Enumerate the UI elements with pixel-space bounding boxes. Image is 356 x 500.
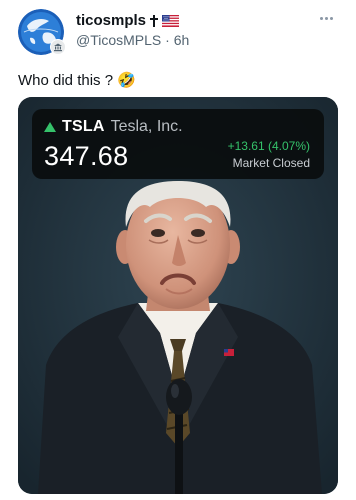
avatar[interactable] [18, 9, 66, 55]
more-options-icon[interactable] [316, 10, 336, 26]
post-text-body: Who did this ? [18, 72, 114, 89]
us-flag-icon [162, 15, 180, 27]
author-name[interactable]: ticosmpls [76, 12, 146, 30]
ticker-price: 347.68 [44, 141, 129, 171]
post-text: Who did this ? 🤣 [18, 71, 136, 91]
laughing-emoji: 🤣 [117, 72, 136, 89]
author-meta: @TicosMPLS · 6h [76, 32, 189, 49]
ticker-company: Tesla, Inc. [110, 118, 183, 135]
post-time[interactable]: 6h [174, 32, 190, 48]
post-header: ticosmpls @TicosMPLS · 6h [0, 0, 356, 64]
author-name-row[interactable]: ticosmpls [76, 12, 180, 30]
author-handle[interactable]: @TicosMPLS [76, 32, 161, 48]
stock-ticker-card: TSLA Tesla, Inc. 347.68 +13.61 (4.07%) M… [32, 109, 324, 179]
up-arrow-icon [44, 122, 56, 132]
ticker-change: +13.61 (4.07%) [227, 139, 310, 153]
ticker-symbol-row: TSLA Tesla, Inc. [44, 118, 183, 136]
meta-separator: · [165, 32, 170, 48]
government-badge-icon [50, 39, 66, 55]
post-image[interactable]: TSLA Tesla, Inc. 347.68 +13.61 (4.07%) M… [18, 97, 338, 494]
market-status: Market Closed [232, 156, 310, 170]
ticker-symbol: TSLA [62, 118, 105, 135]
latin-cross-icon [150, 15, 159, 27]
